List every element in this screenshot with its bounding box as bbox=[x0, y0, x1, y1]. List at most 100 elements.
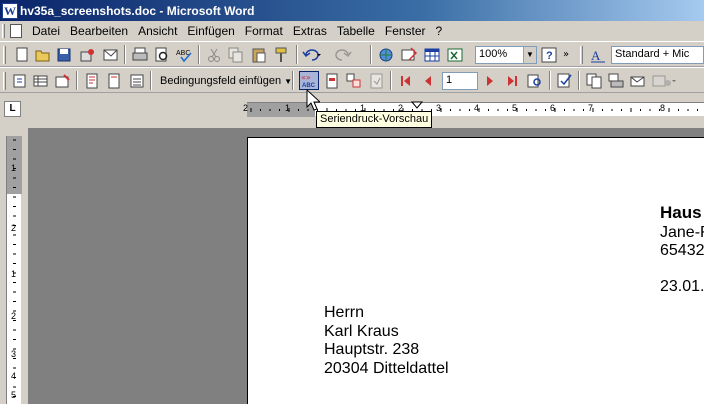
document-area[interactable]: Haus Jane-R 65432 23.01. Herrn Karl Krau… bbox=[28, 128, 704, 404]
vertical-ruler-area: 1 2 1 2 3 4 5 bbox=[0, 128, 28, 404]
word-app-icon[interactable]: W bbox=[2, 2, 18, 19]
insert-excel-icon[interactable] bbox=[445, 45, 465, 64]
menu-format[interactable]: Format bbox=[241, 24, 289, 38]
redo-icon[interactable] bbox=[334, 45, 354, 64]
previous-record-icon[interactable] bbox=[418, 71, 438, 90]
menu-ansicht[interactable]: Ansicht bbox=[134, 24, 183, 38]
recipient-city: 20304 Ditteldattel bbox=[324, 360, 449, 377]
ruler-number: 6 bbox=[550, 103, 556, 113]
ruler-number: 2 bbox=[11, 311, 17, 321]
spellcheck-icon[interactable]: ABC bbox=[175, 45, 195, 64]
ruler-number: 2 bbox=[243, 103, 249, 113]
insert-table-icon[interactable] bbox=[422, 45, 442, 64]
ruler-number: 2 bbox=[11, 223, 17, 233]
tooltip: Seriendruck-Vorschau bbox=[316, 111, 433, 128]
chevron-down-icon: ▼ bbox=[284, 77, 293, 86]
mailmerge-preview-icon[interactable]: «» ABC bbox=[299, 71, 319, 90]
menu-help[interactable]: ? bbox=[432, 24, 449, 38]
permission-icon[interactable] bbox=[77, 45, 97, 64]
letter-date: 23.01. bbox=[660, 278, 704, 295]
hyperlink-icon[interactable] bbox=[376, 45, 396, 64]
style-value: Standard + Mic bbox=[615, 48, 690, 60]
menu-einfuegen[interactable]: Einfügen bbox=[183, 24, 240, 38]
print-preview-icon[interactable] bbox=[152, 45, 172, 64]
ruler-number: 4 bbox=[11, 371, 17, 381]
toolbar-separator bbox=[296, 45, 298, 64]
main-document-setup-icon[interactable] bbox=[10, 71, 30, 90]
toolbar-grip[interactable] bbox=[3, 46, 6, 64]
propagate-labels-icon[interactable] bbox=[367, 71, 387, 90]
standard-toolbar: ABC 100% ▼ ? » A Standard + Mic bbox=[0, 41, 704, 67]
copy-icon[interactable] bbox=[226, 45, 246, 64]
styles-icon[interactable]: A bbox=[588, 45, 608, 64]
email-icon[interactable] bbox=[101, 45, 121, 64]
insert-address-block-icon[interactable] bbox=[82, 71, 102, 90]
menu-tabelle[interactable]: Tabelle bbox=[333, 24, 381, 38]
toolbar-separator bbox=[124, 45, 126, 64]
vertical-ruler[interactable]: 1 2 1 2 3 4 5 bbox=[6, 136, 22, 404]
svg-text:«»: «» bbox=[301, 73, 311, 82]
undo-icon[interactable] bbox=[302, 45, 322, 64]
toolbar-separator bbox=[292, 71, 294, 90]
ruler-number: 3 bbox=[11, 349, 17, 359]
style-select[interactable]: Standard + Mic bbox=[611, 46, 704, 64]
sender-city: 65432 bbox=[660, 242, 704, 259]
paste-icon[interactable] bbox=[249, 45, 269, 64]
document-menu-icon[interactable] bbox=[10, 24, 22, 38]
ruler-number: 5 bbox=[512, 103, 518, 113]
window-title: hv35a_screenshots.doc - Microsoft Word bbox=[20, 3, 255, 18]
recipients-icon[interactable] bbox=[53, 71, 73, 90]
match-fields-icon[interactable] bbox=[344, 71, 364, 90]
toolbar-separator bbox=[390, 71, 392, 90]
find-entry-icon[interactable] bbox=[525, 71, 545, 90]
last-record-icon[interactable] bbox=[502, 71, 522, 90]
toolbar-options-icon[interactable]: » bbox=[561, 45, 575, 64]
menu-datei[interactable]: Datei bbox=[28, 24, 66, 38]
toolbar-separator bbox=[549, 71, 551, 90]
merge-to-printer-icon[interactable] bbox=[606, 71, 626, 90]
tab-selector[interactable]: L bbox=[4, 101, 21, 117]
open-data-source-icon[interactable] bbox=[31, 71, 51, 90]
highlight-fields-icon[interactable] bbox=[322, 71, 342, 90]
new-doc-icon[interactable] bbox=[12, 45, 32, 64]
first-record-icon[interactable] bbox=[396, 71, 416, 90]
toolbar-separator bbox=[578, 71, 580, 90]
save-icon[interactable] bbox=[54, 45, 74, 64]
insert-greeting-icon[interactable] bbox=[104, 71, 124, 90]
insert-fields-icon[interactable] bbox=[127, 71, 147, 90]
record-number-input[interactable]: 1 bbox=[442, 72, 478, 90]
ruler-number: 5 bbox=[11, 390, 17, 400]
toolbar-grip[interactable] bbox=[3, 72, 6, 90]
mailmerge-toolbar: Bedingungsfeld einfügen ▼ «» ABC 1 bbox=[0, 67, 704, 93]
check-errors-icon[interactable] bbox=[555, 71, 575, 90]
format-painter-icon[interactable] bbox=[272, 45, 292, 64]
toolbar-grip[interactable] bbox=[580, 46, 583, 64]
ruler-number: 1 bbox=[11, 163, 17, 173]
chevron-down-icon[interactable]: ▼ bbox=[523, 47, 536, 63]
zoom-select[interactable]: 100% ▼ bbox=[475, 46, 537, 64]
sender-name: Haus bbox=[660, 203, 702, 222]
next-record-icon[interactable] bbox=[480, 71, 500, 90]
merge-to-email-icon[interactable] bbox=[628, 71, 648, 90]
zoom-value: 100% bbox=[479, 48, 508, 60]
print-icon[interactable] bbox=[130, 45, 150, 64]
cut-icon[interactable] bbox=[204, 45, 224, 64]
ruler-number: 3 bbox=[436, 103, 442, 113]
insert-word-field-button[interactable]: Bedingungsfeld einfügen ▼ bbox=[157, 72, 295, 90]
sender-street: Jane-R bbox=[660, 224, 704, 241]
help-icon[interactable]: ? bbox=[539, 45, 559, 64]
menu-fenster[interactable]: Fenster bbox=[381, 24, 432, 38]
menu-bearbeiten[interactable]: Bearbeiten bbox=[66, 24, 134, 38]
ruler-number: 1 bbox=[285, 103, 291, 113]
menu-extras[interactable]: Extras bbox=[289, 24, 333, 38]
open-icon[interactable] bbox=[33, 45, 53, 64]
merge-to-document-icon[interactable] bbox=[584, 71, 604, 90]
tables-borders-icon[interactable] bbox=[399, 45, 419, 64]
title-bar: W hv35a_screenshots.doc - Microsoft Word bbox=[0, 0, 704, 21]
document-page[interactable]: Haus Jane-R 65432 23.01. Herrn Karl Krau… bbox=[247, 137, 704, 404]
record-number-value: 1 bbox=[446, 74, 453, 86]
recipient-street: Hauptstr. 238 bbox=[324, 341, 420, 358]
toolbar-separator bbox=[198, 45, 200, 64]
menu-grip[interactable] bbox=[2, 24, 5, 38]
merge-to-fax-icon[interactable] bbox=[651, 71, 677, 90]
